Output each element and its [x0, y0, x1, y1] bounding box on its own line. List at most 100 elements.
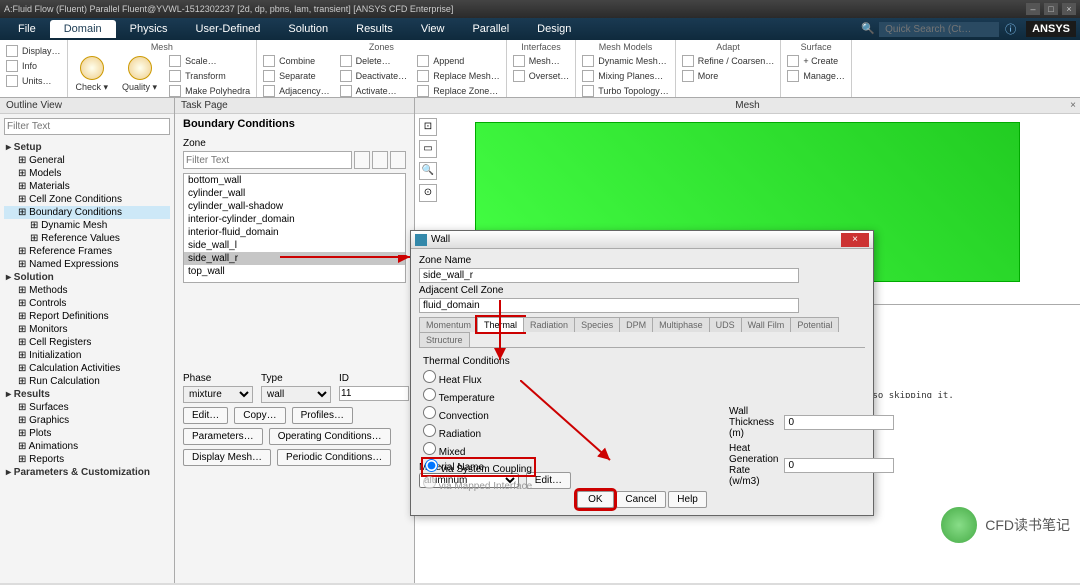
tree-reference-values[interactable]: ⊞ Reference Values [4, 232, 170, 245]
phase-select[interactable]: mixture [183, 386, 253, 403]
tab-potential[interactable]: Potential [790, 317, 839, 332]
tab-wall film[interactable]: Wall Film [741, 317, 792, 332]
parameters-button[interactable]: Parameters… [183, 428, 263, 445]
display-mesh-button[interactable]: Display Mesh… [183, 449, 271, 466]
tree-controls[interactable]: ⊞ Controls [4, 297, 170, 310]
tree-setup[interactable]: ▸ Setup [4, 141, 170, 154]
ribbon-delete[interactable]: Delete… [338, 54, 410, 68]
thermal-opt-5[interactable]: via System Coupling [423, 459, 534, 475]
copy-button[interactable]: Copy… [234, 407, 285, 424]
tree-reports[interactable]: ⊞ Reports [4, 453, 170, 466]
tree-materials[interactable]: ⊞ Materials [4, 180, 170, 193]
zone-name-input[interactable] [419, 268, 799, 283]
ribbon-combine[interactable]: Combine [261, 54, 332, 68]
menu-view[interactable]: View [407, 20, 459, 38]
ribbon-replacemesh[interactable]: Replace Mesh… [415, 69, 502, 83]
ribbon-adjacency[interactable]: Adjacency… [261, 84, 332, 98]
menu-solution[interactable]: Solution [274, 20, 342, 38]
ribbon-manage[interactable]: Manage… [785, 69, 847, 83]
tree-parameters-&-customization[interactable]: ▸ Parameters & Customization [4, 466, 170, 479]
maximize-button[interactable]: □ [1044, 3, 1058, 15]
zone-filter[interactable] [183, 151, 352, 169]
tab-uds[interactable]: UDS [709, 317, 742, 332]
zone-top_wall[interactable]: top_wall [184, 265, 405, 278]
zone-selectall-button[interactable] [390, 151, 406, 169]
ribbon-replacezone[interactable]: Replace Zone… [415, 84, 502, 98]
zone-cylinder_wall[interactable]: cylinder_wall [184, 187, 405, 200]
ribbon-transform[interactable]: Transform [167, 69, 252, 83]
zone-cylinder_wall-shadow[interactable]: cylinder_wall-shadow [184, 200, 405, 213]
ribbon-quality[interactable]: Quality ▾ [118, 54, 161, 98]
outline-filter[interactable] [4, 118, 170, 135]
probe-icon[interactable]: ⊙ [419, 184, 437, 202]
menu-results[interactable]: Results [342, 20, 407, 38]
ribbon-dynamicmesh[interactable]: Dynamic Mesh… [580, 54, 671, 68]
zone-reverse-button[interactable] [372, 151, 388, 169]
zoom-icon[interactable]: 🔍 [419, 162, 437, 180]
menu-user-defined[interactable]: User-Defined [182, 20, 275, 38]
tree-run-calculation[interactable]: ⊞ Run Calculation [4, 375, 170, 388]
ribbon-units[interactable]: Units… [4, 74, 63, 88]
adj-input[interactable] [419, 298, 799, 313]
id-input[interactable] [339, 386, 409, 401]
tab-thermal[interactable]: Thermal [477, 317, 524, 332]
menu-domain[interactable]: Domain [50, 20, 116, 38]
zone-sort-button[interactable] [354, 151, 370, 169]
tree-cell-zone-conditions[interactable]: ⊞ Cell Zone Conditions [4, 193, 170, 206]
wall-thick-input[interactable] [784, 415, 894, 430]
tree-results[interactable]: ▸ Results [4, 388, 170, 401]
ribbon-display[interactable]: Display… [4, 44, 63, 58]
ribbon-mixingplanes[interactable]: Mixing Planes… [580, 69, 671, 83]
tab-species[interactable]: Species [574, 317, 620, 332]
heat-gen-input[interactable] [784, 458, 894, 473]
tree-initialization[interactable]: ⊞ Initialization [4, 349, 170, 362]
edit-button[interactable]: Edit… [183, 407, 228, 424]
ribbon-makepolyhedra[interactable]: Make Polyhedra [167, 84, 252, 98]
close-button[interactable]: × [1062, 3, 1076, 15]
ribbon-deactivate[interactable]: Deactivate… [338, 69, 410, 83]
ribbon-create[interactable]: + Create [785, 54, 847, 68]
zone-interior-fluid_domain[interactable]: interior-fluid_domain [184, 226, 405, 239]
viewer-close-icon[interactable]: × [1070, 100, 1076, 111]
tree-dynamic-mesh[interactable]: ⊞ Dynamic Mesh [4, 219, 170, 232]
tab-structure[interactable]: Structure [419, 332, 470, 347]
type-select[interactable]: wall [261, 386, 331, 403]
zone-bottom_wall[interactable]: bottom_wall [184, 174, 405, 187]
fit-icon[interactable]: ⊡ [419, 118, 437, 136]
thermal-opt-0[interactable]: Heat Flux [423, 369, 861, 387]
tree-solution[interactable]: ▸ Solution [4, 271, 170, 284]
tree-reference-frames[interactable]: ⊞ Reference Frames [4, 245, 170, 258]
tree-graphics[interactable]: ⊞ Graphics [4, 414, 170, 427]
outline-tree[interactable]: ▸ Setup⊞ General⊞ Models⊞ Materials⊞ Cel… [0, 139, 174, 583]
zone-interior-cylinder_domain[interactable]: interior-cylinder_domain [184, 213, 405, 226]
ribbon-append[interactable]: Append [415, 54, 502, 68]
ribbon-separate[interactable]: Separate [261, 69, 332, 83]
tab-multiphase[interactable]: Multiphase [652, 317, 710, 332]
zone-side_wall_r[interactable]: side_wall_r [184, 252, 405, 265]
ribbon-check[interactable]: Check ▾ [72, 54, 113, 98]
menu-design[interactable]: Design [523, 20, 585, 38]
tree-plots[interactable]: ⊞ Plots [4, 427, 170, 440]
tree-named-expressions[interactable]: ⊞ Named Expressions [4, 258, 170, 271]
ribbon-scale[interactable]: Scale… [167, 54, 252, 68]
tree-calculation-activities[interactable]: ⊞ Calculation Activities [4, 362, 170, 375]
menu-parallel[interactable]: Parallel [458, 20, 523, 38]
ribbon-more[interactable]: More [680, 69, 777, 83]
zone-list[interactable]: bottom_wallcylinder_wallcylinder_wall-sh… [183, 173, 406, 283]
minimize-button[interactable]: – [1026, 3, 1040, 15]
tree-methods[interactable]: ⊞ Methods [4, 284, 170, 297]
operating-button[interactable]: Operating Conditions… [269, 428, 391, 445]
select-icon[interactable]: ▭ [419, 140, 437, 158]
menu-file[interactable]: File [4, 20, 50, 38]
periodic-button[interactable]: Periodic Conditions… [277, 449, 391, 466]
ribbon-info[interactable]: Info [4, 59, 63, 73]
ribbon-turbotopology[interactable]: Turbo Topology… [580, 84, 671, 98]
tree-models[interactable]: ⊞ Models [4, 167, 170, 180]
tree-general[interactable]: ⊞ General [4, 154, 170, 167]
tree-surfaces[interactable]: ⊞ Surfaces [4, 401, 170, 414]
tree-monitors[interactable]: ⊞ Monitors [4, 323, 170, 336]
zone-side_wall_l[interactable]: side_wall_l [184, 239, 405, 252]
ribbon-mesh[interactable]: Mesh… [511, 54, 572, 68]
tab-dpm[interactable]: DPM [619, 317, 653, 332]
dialog-close-button[interactable]: × [841, 233, 869, 247]
